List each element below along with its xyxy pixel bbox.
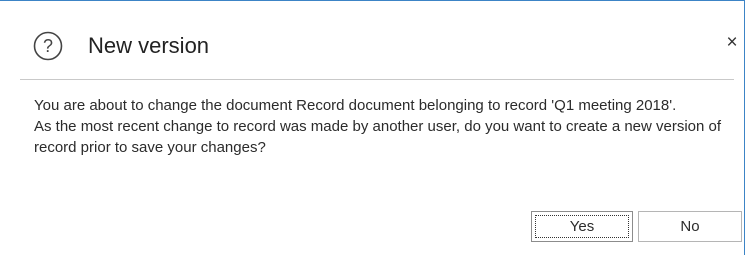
focus-ring — [535, 215, 629, 238]
yes-button[interactable]: Yes — [531, 211, 633, 242]
dialog-title: New version — [88, 33, 210, 58]
title-divider — [20, 79, 734, 80]
dialog-titlebar: ? New version × — [0, 1, 744, 79]
close-icon[interactable]: × — [722, 31, 742, 55]
message-line-record: You are about to change the document Rec… — [34, 97, 677, 114]
svg-text:?: ? — [43, 36, 53, 56]
message-line-question: As the most recent change to record was … — [34, 118, 722, 156]
no-button-label: No — [680, 218, 700, 235]
question-mark-icon: ? — [33, 31, 63, 61]
new-version-dialog: ? New version × You are about to change … — [0, 0, 745, 255]
dialog-message: You are about to change the document Rec… — [34, 95, 739, 158]
no-button[interactable]: No — [638, 211, 742, 242]
